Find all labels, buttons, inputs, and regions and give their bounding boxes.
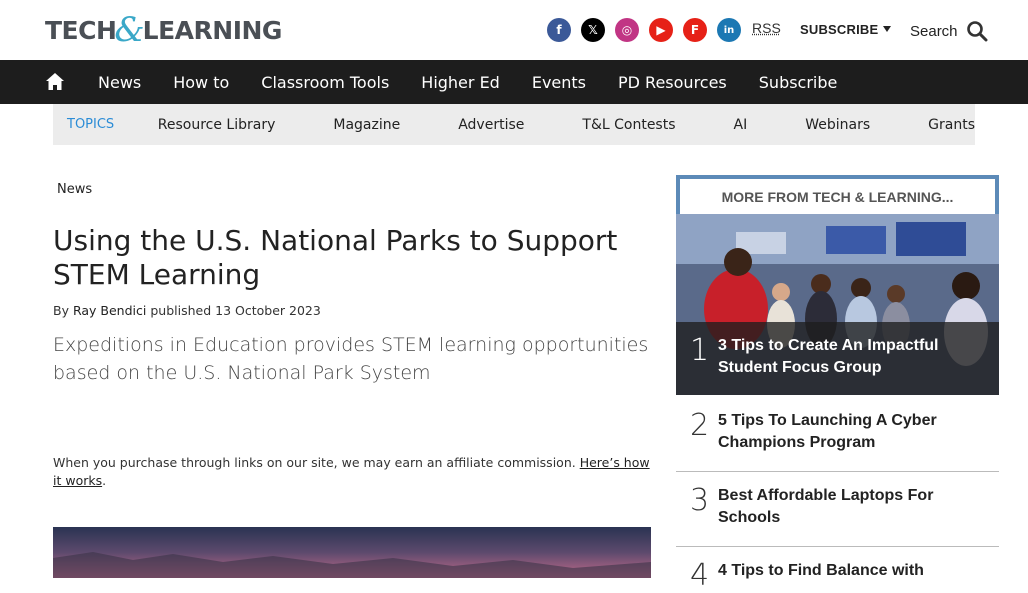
story-rank-2: 2: [690, 408, 710, 443]
topic-advertise[interactable]: Advertise: [458, 117, 524, 133]
topic-resource-library[interactable]: Resource Library: [158, 117, 276, 133]
topics-bar: TOPICS Resource Library Magazine Adverti…: [53, 104, 975, 145]
hero-image: [53, 527, 651, 578]
byline-prefix: By: [53, 303, 69, 318]
affiliate-period: .: [102, 473, 107, 488]
logo-text-learning: LEARNING: [142, 15, 283, 45]
social-links: f 𝕏 ◎ ▶ F in: [547, 18, 741, 42]
story-title-1[interactable]: 3 Tips to Create An Impactful Student Fo…: [718, 335, 978, 379]
flipboard-icon[interactable]: F: [683, 18, 707, 42]
publish-date: published 13 October 2023: [150, 303, 321, 318]
search-button[interactable]: Search: [910, 20, 988, 42]
affiliate-disclosure: When you purchase through links on our s…: [53, 454, 653, 490]
article-subhead: Expeditions in Education provides STEM l…: [53, 334, 649, 384]
hero-landscape-shape: [53, 552, 651, 578]
topic-tl-contests[interactable]: T&L Contests: [582, 117, 675, 133]
sidebar-divider: [676, 546, 999, 547]
logo-ampersand: &: [114, 10, 145, 50]
story-rank-4: 4: [690, 558, 710, 593]
sidebar-divider: [676, 471, 999, 472]
nav-item-how-to[interactable]: How to: [157, 73, 245, 92]
home-icon[interactable]: [44, 71, 66, 93]
facebook-icon[interactable]: f: [547, 18, 571, 42]
main-navigation: News How to Classroom Tools Higher Ed Ev…: [0, 60, 1028, 104]
nav-item-subscribe[interactable]: Subscribe: [743, 73, 854, 92]
topic-grants[interactable]: Grants: [928, 117, 975, 133]
nav-item-pd-resources[interactable]: PD Resources: [602, 73, 743, 92]
search-icon: [966, 21, 988, 42]
more-from-sidebar: MORE FROM TECH & LEARNING... 1 3 Tips to…: [676, 175, 999, 593]
story-title-4[interactable]: 4 Tips to Find Balance with: [718, 560, 978, 582]
nav-item-higher-ed[interactable]: Higher Ed: [405, 73, 516, 92]
youtube-icon[interactable]: ▶: [649, 18, 673, 42]
site-header: TECH & LEARNING f 𝕏 ◎ ▶ F in RSS SUBSCRI…: [0, 0, 1028, 60]
topics-label: TOPICS: [67, 117, 115, 132]
subscribe-dropdown[interactable]: SUBSCRIBE: [800, 22, 892, 37]
logo-text-tech: TECH: [45, 15, 117, 45]
author-link[interactable]: Ray Bendici: [73, 303, 146, 318]
instagram-icon[interactable]: ◎: [615, 18, 639, 42]
story-title-2[interactable]: 5 Tips To Launching A Cyber Champions Pr…: [718, 410, 978, 454]
linkedin-icon[interactable]: in: [717, 18, 741, 42]
topic-magazine[interactable]: Magazine: [333, 117, 400, 133]
nav-item-classroom-tools[interactable]: Classroom Tools: [245, 73, 405, 92]
article-title: Using the U.S. National Parks to Support…: [53, 224, 618, 291]
sidebar-heading: MORE FROM TECH & LEARNING...: [676, 175, 999, 214]
search-label: Search: [910, 22, 958, 40]
rss-link[interactable]: RSS: [752, 20, 781, 36]
story-rank-1: 1: [690, 333, 710, 368]
affiliate-text: When you purchase through links on our s…: [53, 455, 576, 470]
topic-ai[interactable]: AI: [734, 117, 748, 133]
nav-item-events[interactable]: Events: [516, 73, 602, 92]
caret-down-icon: [883, 26, 892, 32]
site-logo[interactable]: TECH & LEARNING: [45, 12, 282, 48]
story-title-3[interactable]: Best Affordable Laptops For Schools: [718, 485, 978, 529]
byline: By Ray Bendici published 13 October 2023: [53, 303, 321, 318]
featured-story-image[interactable]: 1 3 Tips to Create An Impactful Student …: [676, 214, 999, 395]
topic-webinars[interactable]: Webinars: [805, 117, 870, 133]
breadcrumb[interactable]: News: [57, 182, 92, 197]
x-icon[interactable]: 𝕏: [581, 18, 605, 42]
nav-item-news[interactable]: News: [82, 73, 157, 92]
subscribe-label: SUBSCRIBE: [800, 22, 879, 37]
story-rank-3: 3: [690, 483, 710, 518]
